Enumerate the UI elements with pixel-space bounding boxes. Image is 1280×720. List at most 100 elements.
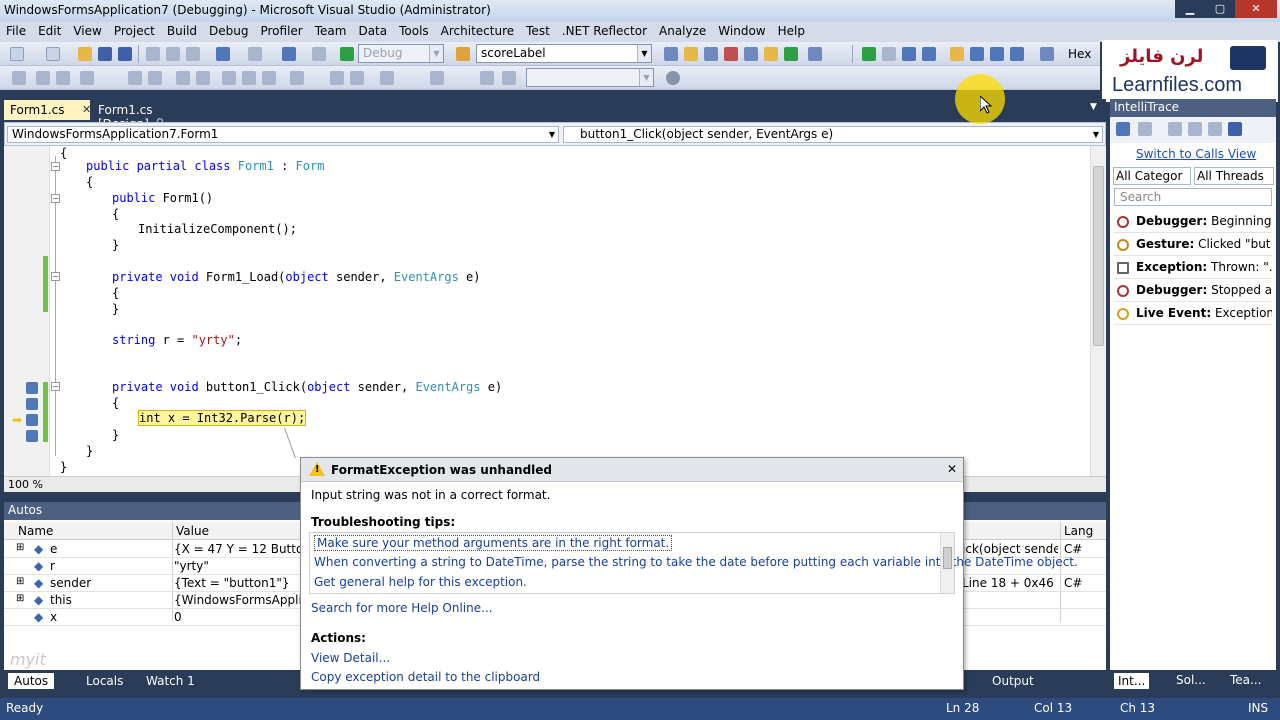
- toolbox-icon[interactable]: [724, 47, 738, 61]
- add-item-icon[interactable]: [46, 47, 60, 61]
- tip-link[interactable]: When converting a string to DateTime, pa…: [314, 555, 1078, 569]
- class-view-icon[interactable]: [784, 47, 798, 61]
- menu-debug[interactable]: Debug: [203, 22, 254, 40]
- switch-to-calls-view-link[interactable]: Switch to Calls View: [1136, 147, 1256, 161]
- events-view-icon[interactable]: [1116, 122, 1130, 136]
- tip-link[interactable]: Get general help for this exception.: [314, 575, 527, 589]
- menu-data[interactable]: Data: [352, 22, 393, 40]
- active-files-dropdown-icon[interactable]: ▼: [1090, 102, 1097, 112]
- menu-test[interactable]: Test: [520, 22, 556, 40]
- show-next-statement-icon[interactable]: [950, 47, 964, 61]
- save-log-icon[interactable]: [1228, 122, 1242, 136]
- minimize-button[interactable]: ▁: [1175, 0, 1205, 18]
- menu-project[interactable]: Project: [108, 22, 161, 40]
- hex-toggle[interactable]: Hex: [1068, 47, 1091, 61]
- find-combo[interactable]: scoreLabel ▼: [476, 44, 652, 63]
- solution-explorer-icon[interactable]: [664, 47, 678, 61]
- find-in-files-icon[interactable]: [456, 47, 470, 61]
- copy-exception-detail-link[interactable]: Copy exception detail to the clipboard: [311, 670, 540, 684]
- scrollbar-thumb[interactable]: [943, 547, 952, 569]
- break-all-icon[interactable]: [882, 47, 896, 61]
- continue-icon[interactable]: [862, 47, 876, 61]
- tab-solution-explorer[interactable]: Sol...: [1176, 673, 1206, 687]
- complete-word-icon[interactable]: [80, 71, 94, 85]
- properties-icon[interactable]: [684, 47, 698, 61]
- scrollbar-thumb[interactable]: [1093, 166, 1104, 346]
- calls-view-icon[interactable]: [1138, 122, 1152, 136]
- autos-var-value[interactable]: {Text = "button1"}: [174, 576, 304, 590]
- copy-icon[interactable]: [166, 47, 180, 61]
- previous-bookmark-icon[interactable]: [242, 71, 256, 85]
- menu-file[interactable]: File: [0, 22, 32, 40]
- increase-indent-icon[interactable]: [148, 71, 162, 85]
- method-dropdown[interactable]: button1_Click(object sender, EventArgs e…: [563, 126, 1103, 143]
- intellitrace-event[interactable]: Debugger: Stopped a: [1114, 280, 1272, 302]
- new-project-icon[interactable]: [10, 47, 24, 61]
- maximize-button[interactable]: ▢: [1205, 0, 1235, 18]
- object-browser-icon[interactable]: [704, 47, 718, 61]
- extension-manager-icon[interactable]: [764, 47, 778, 61]
- editor-vertical-scrollbar[interactable]: [1090, 146, 1106, 476]
- menu-profiler[interactable]: Profiler: [254, 22, 308, 40]
- settings-icon[interactable]: [1188, 122, 1202, 136]
- tip-link[interactable]: Make sure your method arguments are in t…: [314, 535, 673, 551]
- comment-out-icon[interactable]: [176, 71, 190, 85]
- close-tab-icon[interactable]: ✕: [82, 103, 91, 116]
- open-log-icon[interactable]: [1168, 122, 1182, 136]
- collapse-toggle-icon[interactable]: −: [51, 382, 60, 391]
- format-icon[interactable]: [380, 71, 394, 85]
- list-members-icon[interactable]: [12, 71, 26, 85]
- zoom-level[interactable]: 100 %: [8, 478, 43, 491]
- spacing-icon[interactable]: [502, 71, 516, 85]
- tab-form1-design[interactable]: Form1.cs [Design] 🔒: [92, 100, 202, 131]
- menu-view[interactable]: View: [67, 22, 107, 40]
- menu-net-reflector[interactable]: .NET Reflector: [556, 22, 653, 40]
- code-editor[interactable]: − − − − ➡ { public partial class Form1 :…: [4, 146, 1106, 476]
- next-bookmark-folder-icon[interactable]: [350, 71, 364, 85]
- intellitrace-event[interactable]: Live Event: Exception: [1114, 303, 1272, 325]
- autos-var-value[interactable]: 0: [174, 610, 304, 624]
- close-window-button[interactable]: ✕: [1235, 0, 1277, 18]
- menu-analyze[interactable]: Analyze: [653, 22, 712, 40]
- filter-icon[interactable]: [1208, 122, 1222, 136]
- view-detail-link[interactable]: View Detail...: [311, 651, 390, 665]
- navigate-backward-icon[interactable]: [282, 47, 296, 61]
- save-icon[interactable]: [98, 47, 112, 61]
- tab-autos[interactable]: Autos: [8, 673, 55, 689]
- tab-output[interactable]: Output: [986, 673, 1040, 689]
- close-popup-button[interactable]: ✕: [947, 462, 957, 476]
- collapse-toggle-icon[interactable]: −: [51, 272, 60, 281]
- navigate-forward-icon[interactable]: [312, 47, 326, 61]
- previous-bookmark-folder-icon[interactable]: [330, 71, 344, 85]
- menu-build[interactable]: Build: [161, 22, 203, 40]
- autos-var-value[interactable]: {X = 47 Y = 12 Button = L: [174, 542, 304, 556]
- tab-intellitrace[interactable]: Int...: [1114, 673, 1150, 689]
- step-over-icon[interactable]: [990, 47, 1004, 61]
- menu-edit[interactable]: Edit: [32, 22, 67, 40]
- step-out-icon[interactable]: [1010, 47, 1024, 61]
- autos-var-value[interactable]: "yrty": [174, 559, 304, 573]
- tips-scrollbar[interactable]: [940, 533, 954, 593]
- menu-window[interactable]: Window: [712, 22, 771, 40]
- column-header-lang[interactable]: Lang: [1064, 524, 1093, 538]
- start-debugging-icon[interactable]: [340, 47, 354, 61]
- clear-bookmarks-icon[interactable]: [290, 71, 304, 85]
- intellitrace-search-input[interactable]: Search: [1114, 188, 1272, 206]
- tab-locals[interactable]: Locals: [80, 673, 129, 689]
- cut-icon[interactable]: [146, 47, 160, 61]
- collapse-toggle-icon[interactable]: −: [51, 162, 60, 171]
- redo-icon[interactable]: [248, 47, 262, 61]
- find-symbol-icon[interactable]: [1040, 47, 1054, 61]
- menu-team[interactable]: Team: [309, 22, 353, 40]
- categories-dropdown[interactable]: All Categor: [1113, 167, 1191, 185]
- bookmark-icon[interactable]: [222, 71, 236, 85]
- undo-icon[interactable]: [216, 47, 230, 61]
- uncomment-icon[interactable]: [196, 71, 210, 85]
- expand-icon[interactable]: ⊞: [16, 542, 24, 553]
- column-header-value[interactable]: Value: [176, 524, 209, 538]
- decrease-indent-icon[interactable]: [128, 71, 142, 85]
- next-bookmark-icon[interactable]: [262, 71, 276, 85]
- column-header-name[interactable]: Name: [18, 524, 53, 538]
- search-help-online-link[interactable]: Search for more Help Online...: [311, 601, 493, 615]
- stop-debugging-icon[interactable]: [902, 47, 916, 61]
